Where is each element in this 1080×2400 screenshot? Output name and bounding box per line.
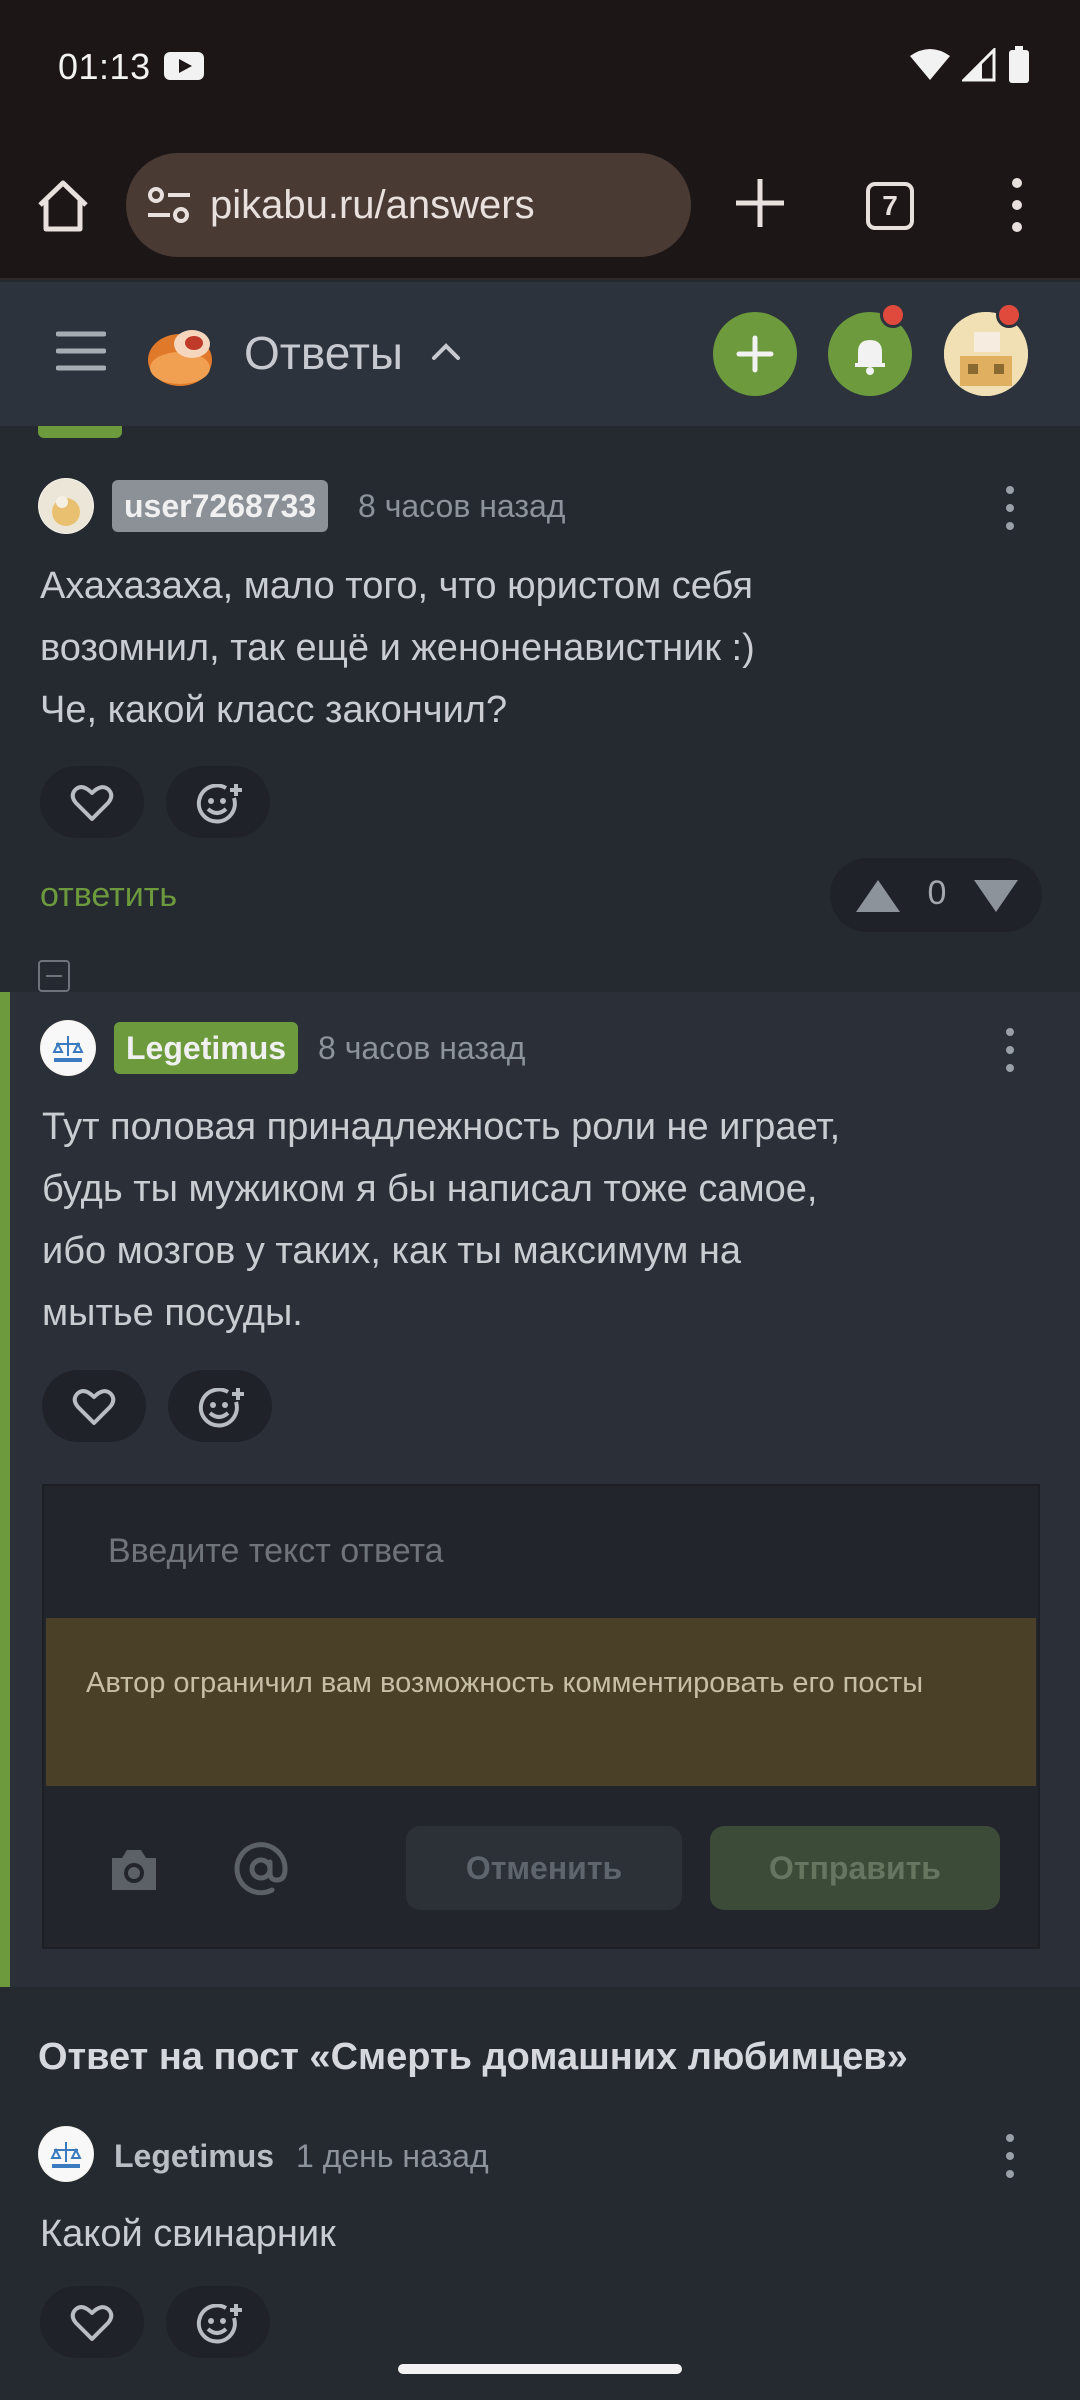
- menu-icon[interactable]: [56, 326, 106, 376]
- collapsed-indicator: [38, 426, 122, 438]
- comment-time[interactable]: 1 день назад: [296, 2138, 489, 2175]
- avatar[interactable]: [38, 478, 94, 534]
- avatar[interactable]: [38, 2126, 94, 2182]
- more-options-icon[interactable]: [1003, 175, 1031, 235]
- like-button[interactable]: [42, 1370, 146, 1442]
- more-options-icon[interactable]: [1002, 484, 1018, 532]
- rating-value: 0: [927, 874, 947, 912]
- reply-form: Автор ограничил вам возможность комменти…: [42, 1484, 1040, 1949]
- heart-icon: [70, 785, 114, 821]
- notification-dot: [880, 302, 906, 328]
- comment-author[interactable]: Legetimus: [114, 1022, 299, 1074]
- downvote-icon[interactable]: [972, 878, 1020, 914]
- gesture-nav-handle[interactable]: [398, 2364, 682, 2374]
- more-options-icon[interactable]: [1002, 2132, 1018, 2180]
- pikabu-logo-icon[interactable]: [144, 316, 220, 392]
- react-button[interactable]: [166, 766, 270, 838]
- comment-text: Ахахазаха, мало того, что юристом себя в…: [40, 565, 755, 731]
- heart-icon: [70, 2305, 114, 2341]
- status-bar: 01:13: [0, 0, 1080, 135]
- comment-author[interactable]: user7268733: [112, 480, 329, 532]
- add-post-button[interactable]: [713, 312, 797, 396]
- upvote-icon[interactable]: [854, 878, 902, 914]
- emoji-add-icon: [196, 2304, 242, 2344]
- site-settings-icon[interactable]: [146, 185, 192, 225]
- rating-control: 0: [830, 858, 1042, 932]
- status-time: 01:13: [58, 46, 151, 87]
- wifi-icon: [910, 49, 950, 80]
- send-button[interactable]: Отправить: [710, 1826, 1000, 1910]
- react-button[interactable]: [166, 2286, 270, 2358]
- url-text[interactable]: pikabu.ru/answers: [210, 183, 535, 228]
- page-title[interactable]: Ответы: [244, 326, 403, 380]
- more-options-icon[interactable]: [1002, 1026, 1018, 1074]
- comment-time[interactable]: 8 часов назад: [318, 1030, 525, 1067]
- home-icon[interactable]: [34, 177, 92, 235]
- collapse-thread-button[interactable]: [38, 960, 70, 992]
- avatar-icon: [39, 479, 93, 533]
- like-button[interactable]: [40, 2286, 144, 2358]
- comment-text: Какой свинарник: [40, 2213, 336, 2255]
- post-heading[interactable]: Ответ на пост «Смерть домашних любимцев»: [38, 2036, 908, 2079]
- status-icons: [910, 46, 1030, 84]
- thread-line[interactable]: [0, 992, 10, 1987]
- comment-author[interactable]: Legetimus: [114, 2138, 274, 2175]
- emoji-add-icon: [198, 1388, 244, 1428]
- heart-icon: [72, 1389, 116, 1425]
- restriction-text: Автор ограничил вам возможность комменти…: [86, 1667, 924, 1699]
- browser-toolbar: pikabu.ru/answers 7: [0, 135, 1080, 280]
- avatar[interactable]: [40, 1020, 96, 1076]
- avatar-icon: [39, 2127, 93, 2181]
- comment-time[interactable]: 8 часов назад: [358, 488, 565, 525]
- chevron-up-icon[interactable]: [430, 336, 462, 368]
- emoji-add-icon: [196, 784, 242, 824]
- address-bar[interactable]: pikabu.ru/answers: [126, 153, 691, 257]
- battery-icon: [1009, 46, 1029, 83]
- mention-icon[interactable]: [232, 1840, 290, 1898]
- like-button[interactable]: [40, 766, 144, 838]
- reply-input[interactable]: [44, 1486, 1038, 1616]
- tab-switcher-button[interactable]: 7: [866, 182, 914, 230]
- avatar-icon: [41, 1021, 95, 1075]
- restriction-notice: Автор ограничил вам возможность комменти…: [46, 1618, 1036, 1786]
- react-button[interactable]: [168, 1370, 272, 1442]
- cancel-button[interactable]: Отменить: [406, 1826, 682, 1910]
- new-tab-icon[interactable]: [732, 175, 788, 231]
- signal-icon: [962, 48, 996, 82]
- profile-notification-dot: [996, 302, 1022, 328]
- youtube-notification-icon: [164, 52, 204, 80]
- comment-text: Тут половая принадлежность роли не играе…: [42, 1106, 841, 1334]
- plus-icon: [736, 335, 774, 373]
- reply-link[interactable]: ответить: [40, 876, 177, 915]
- camera-icon[interactable]: [108, 1846, 160, 1894]
- app-header: Ответы: [0, 282, 1080, 426]
